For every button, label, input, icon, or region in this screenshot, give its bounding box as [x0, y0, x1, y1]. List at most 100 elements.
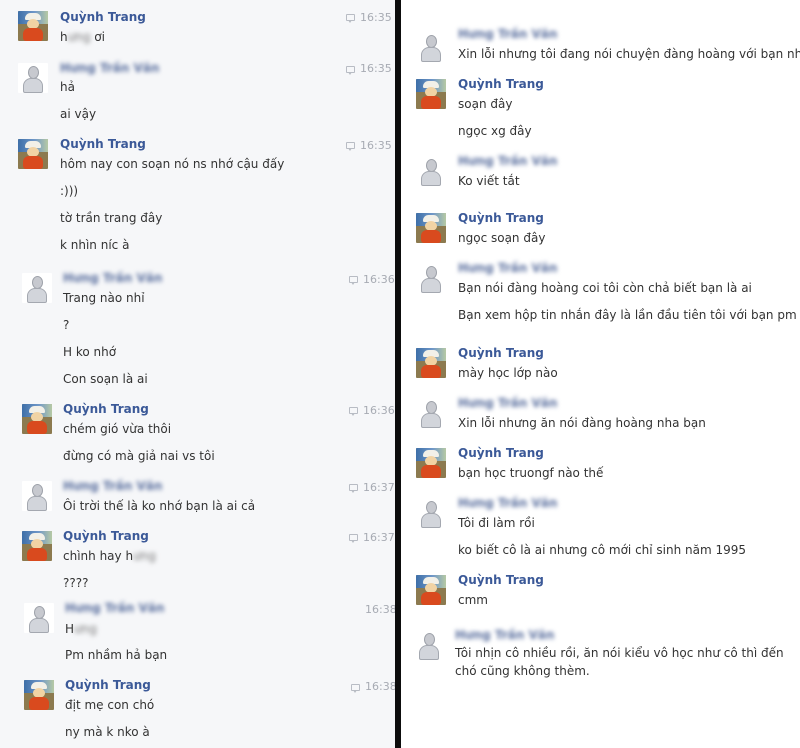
avatar-quynh-trang[interactable]	[416, 213, 446, 243]
message-text: Tôi đi làm rồi	[458, 516, 535, 530]
message-text: Pm nhầm hả bạn	[65, 648, 168, 662]
message-timestamp: 16:37	[363, 481, 395, 494]
message-text: hưng ơi	[60, 30, 105, 44]
message-timestamp: 16:38	[365, 680, 395, 693]
message-bubble-icon	[349, 407, 358, 416]
sender-name[interactable]: Quỳnh Trang	[60, 10, 146, 24]
sender-name[interactable]: Quỳnh Trang	[458, 446, 544, 460]
sender-name[interactable]: Quỳnh Trang	[458, 346, 544, 360]
message-text: Trang nào nhỉ	[63, 291, 145, 305]
message-text: cmm	[458, 593, 488, 607]
avatar-quynh-trang[interactable]	[22, 531, 52, 561]
message-text: Tôi nhịn cô nhiều rồi, ăn nói kiểu vô họ…	[455, 646, 784, 660]
sender-name[interactable]: Quỳnh Trang	[65, 678, 151, 692]
message-timestamp: 16:38	[365, 603, 395, 616]
message-text: k nhìn níc à	[60, 238, 130, 252]
message-bubble-icon	[346, 142, 355, 151]
avatar-quynh-trang[interactable]	[18, 11, 48, 41]
avatar-hung-tran-van[interactable]	[18, 63, 48, 93]
sender-name[interactable]: Hưng Trần Văn	[458, 496, 557, 510]
message-text: Xin lỗi nhưng tôi đang nói chuyện đàng h…	[458, 47, 800, 61]
message-text: địt mẹ con chó	[65, 698, 155, 712]
chat-column-left: Quỳnh Trang 16:35 hưng ơi Hưng Trần Văn …	[0, 0, 395, 748]
message-text: Ôi trời thế là ko nhớ bạn là ai cả	[63, 499, 256, 513]
chat-column-right: Hưng Trần Văn Xin lỗi nhưng tôi đang nói…	[401, 0, 800, 748]
message-text-part: chình hay h	[63, 549, 134, 563]
message-bubble-icon	[351, 684, 360, 693]
message-text: tờ trần trang đây	[60, 211, 163, 225]
sender-name[interactable]: Quỳnh Trang	[458, 211, 544, 225]
message-timestamp: 16:37	[363, 531, 395, 544]
avatar-hung-tran-van[interactable]	[416, 32, 446, 62]
message-text: Con soạn là ai	[63, 372, 148, 386]
sender-name[interactable]: Quỳnh Trang	[63, 402, 149, 416]
message-text: Hưng	[65, 622, 97, 636]
message-timestamp: 16:35	[360, 62, 392, 75]
message-text: Bạn xem hộp tin nhắn đây là lần đầu tiên…	[458, 308, 797, 322]
message-text: chình hay hưng	[63, 549, 156, 563]
sender-name[interactable]: Hưng Trần Văn	[65, 601, 164, 615]
message-bubble-icon	[349, 534, 358, 543]
message-timestamp: 16:36	[363, 404, 395, 417]
avatar-hung-tran-van[interactable]	[22, 273, 52, 303]
avatar-quynh-trang[interactable]	[18, 139, 48, 169]
sender-name[interactable]: Hưng Trần Văn	[458, 27, 557, 41]
message-bubble-icon	[346, 14, 355, 23]
message-text: bạn học truongf nào thế	[458, 466, 604, 480]
message-text: Ko viết tắt	[458, 174, 520, 188]
avatar-hung-tran-van[interactable]	[416, 263, 446, 293]
sender-name[interactable]: Hưng Trần Văn	[63, 271, 162, 285]
blurred-text: ưng	[74, 622, 97, 636]
message-bubble-icon	[349, 484, 358, 493]
avatar-hung-tran-van[interactable]	[416, 498, 446, 528]
message-bubble-icon	[349, 276, 358, 285]
avatar-hung-tran-van[interactable]	[416, 156, 446, 186]
blurred-text: ưng	[67, 30, 91, 44]
avatar-quynh-trang[interactable]	[416, 448, 446, 478]
message-text: chém gió vừa thôi	[63, 422, 172, 436]
message-text-part: ơi	[90, 30, 105, 44]
message-text: ?	[63, 318, 70, 332]
message-text: H ko nhớ	[63, 345, 117, 359]
message-timestamp: 16:36	[363, 273, 395, 286]
sender-name[interactable]: Quỳnh Trang	[63, 529, 149, 543]
avatar-hung-tran-van[interactable]	[414, 630, 444, 660]
message-text: ai vậy	[60, 107, 97, 121]
message-text: hôm nay con soạn nó ns nhớ cậu đấy	[60, 157, 285, 171]
sender-name[interactable]: Hưng Trần Văn	[458, 154, 557, 168]
message-text: ngọc soạn đây	[458, 231, 546, 245]
message-text: hả	[60, 80, 75, 94]
avatar-quynh-trang[interactable]	[416, 575, 446, 605]
message-text: :)))	[60, 184, 79, 198]
avatar-hung-tran-van[interactable]	[22, 481, 52, 511]
message-text: Xin lỗi nhưng ăn nói đàng hoàng nha bạn	[458, 416, 706, 430]
message-text-part: h	[60, 30, 68, 44]
sender-name[interactable]: Quỳnh Trang	[458, 77, 544, 91]
avatar-hung-tran-van[interactable]	[416, 398, 446, 428]
message-bubble-icon	[346, 66, 355, 75]
message-timestamp: 16:35	[360, 11, 392, 24]
sender-name[interactable]: Hưng Trần Văn	[60, 61, 159, 75]
message-text: ko biết cô là ai nhưng cô mới chỉ sinh n…	[458, 543, 747, 557]
avatar-quynh-trang[interactable]	[24, 680, 54, 710]
message-text: Bạn nói đàng hoàng coi tôi còn chả biết …	[458, 281, 752, 295]
message-text: đừng có mà giả nai vs tôi	[63, 449, 215, 463]
message-text: mày học lớp nào	[458, 366, 558, 380]
blurred-text: ưng	[133, 549, 156, 563]
avatar-hung-tran-van[interactable]	[24, 603, 54, 633]
avatar-quynh-trang[interactable]	[416, 348, 446, 378]
sender-name[interactable]: Hưng Trần Văn	[63, 479, 162, 493]
sender-name[interactable]: Hưng Trần Văn	[458, 261, 557, 275]
message-text: ny mà k nko à	[65, 725, 150, 739]
message-timestamp: 16:35	[360, 139, 392, 152]
avatar-quynh-trang[interactable]	[22, 404, 52, 434]
message-text: ????	[63, 576, 89, 590]
message-text: soạn đây	[458, 97, 513, 111]
message-text: chó cũng không thèm.	[455, 664, 590, 678]
sender-name[interactable]: Quỳnh Trang	[60, 137, 146, 151]
message-text-part: H	[65, 622, 75, 636]
sender-name[interactable]: Quỳnh Trang	[458, 573, 544, 587]
sender-name[interactable]: Hưng Trần Văn	[458, 396, 557, 410]
avatar-quynh-trang[interactable]	[416, 79, 446, 109]
sender-name[interactable]: Hưng Trần Văn	[455, 628, 554, 642]
